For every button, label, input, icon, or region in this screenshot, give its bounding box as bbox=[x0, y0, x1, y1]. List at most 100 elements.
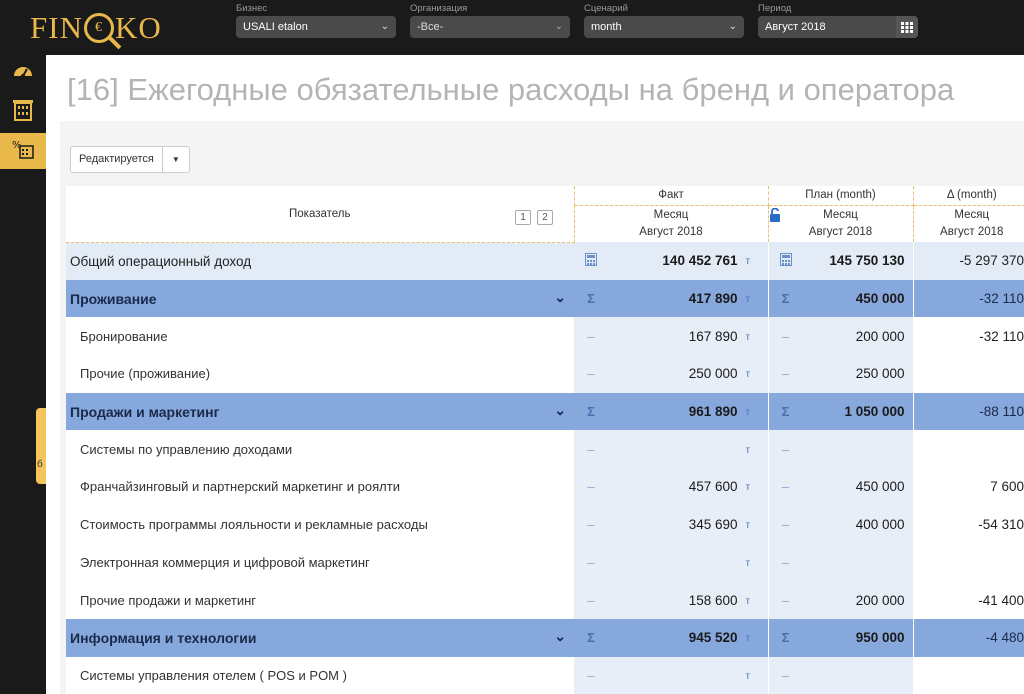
plan-value: 400 000 bbox=[855, 517, 905, 533]
chevron-down-icon[interactable]: ⌄ bbox=[554, 628, 566, 645]
unit-label: т bbox=[745, 255, 751, 267]
chevron-down-icon: ⌄ bbox=[380, 21, 389, 32]
fact-cell[interactable]: Σт 417 890 bbox=[574, 279, 769, 318]
plan-value: 145 750 130 bbox=[829, 252, 905, 268]
table-row[interactable]: Системы управления отелем ( POS и POM ) –… bbox=[66, 656, 1024, 694]
chevron-down-icon[interactable]: ⌄ bbox=[554, 402, 566, 419]
indicator-name: Прочие продажи и маркетинг bbox=[66, 581, 574, 619]
fact-cell[interactable]: – т 250 000 bbox=[574, 355, 769, 393]
plan-cell[interactable]: – 250 000 bbox=[768, 355, 914, 393]
indicator-label: Бронирование bbox=[80, 328, 168, 344]
indicator-header-label: Показатель bbox=[289, 207, 351, 220]
fact-cell[interactable]: Σт 945 520 bbox=[574, 618, 769, 657]
scenario-select[interactable]: month ⌄ bbox=[584, 16, 744, 38]
dash-icon: – bbox=[781, 517, 790, 533]
fact-value: 140 452 761 bbox=[662, 252, 738, 268]
fact-cell[interactable]: – т 345 690 bbox=[574, 505, 769, 544]
fact-cell[interactable]: – т bbox=[574, 430, 769, 469]
plan-cell[interactable]: – 400 000 bbox=[768, 505, 914, 544]
group-row[interactable]: Информация и технологии ⌄ Σт 945 520 Σ 950 00… bbox=[66, 618, 1024, 657]
sidebar-item-expenses[interactable]: % bbox=[0, 133, 46, 169]
table-row[interactable]: Прочие (проживание) – т 250 000 – 250 000 bbox=[66, 355, 1024, 393]
caret-down-icon[interactable]: ▼ bbox=[163, 147, 189, 172]
logo-text-left: FIN bbox=[30, 10, 83, 45]
period-label: Август 2018 bbox=[639, 225, 703, 238]
group-row[interactable]: Продажи и маркетинг ⌄ Σт 961 890 Σ 1 050 000-… bbox=[66, 392, 1024, 431]
table-row[interactable]: Общий операционный доход т 140 452 761 145 … bbox=[66, 242, 1024, 280]
fact-cell[interactable]: – т 457 600 bbox=[574, 468, 769, 506]
unit-label: т bbox=[745, 633, 751, 645]
fact-value: 417 890 bbox=[688, 291, 738, 307]
fact-value: 167 890 bbox=[688, 328, 738, 344]
plan-cell[interactable]: Σ 1 050 000 bbox=[768, 392, 914, 431]
table-row[interactable]: Стоимость программы лояльности и рекламн… bbox=[66, 505, 1024, 544]
sidebar-item-hotel[interactable] bbox=[0, 93, 46, 129]
table-row[interactable]: Электронная коммерция и цифровой маркети… bbox=[66, 543, 1024, 582]
page-2-button[interactable]: 2 bbox=[537, 210, 553, 225]
sigma-icon: Σ bbox=[587, 630, 595, 646]
plan-cell[interactable]: – bbox=[768, 430, 914, 469]
group-row[interactable]: Проживание ⌄ Σт 417 890 Σ 450 000 -32 110 bbox=[66, 279, 1024, 318]
fact-cell[interactable]: – т bbox=[574, 656, 769, 694]
unit-label: т bbox=[745, 482, 751, 494]
fact-cell[interactable]: – т 167 890 bbox=[574, 317, 769, 356]
dash-icon: – bbox=[781, 667, 790, 683]
table-row[interactable]: Прочие продажи и маркетинг – т 158 600 – 200 … bbox=[66, 581, 1024, 619]
plan-cell[interactable]: – 200 000 bbox=[768, 317, 914, 356]
table-row[interactable]: Системы по управлению доходами – т – bbox=[66, 430, 1024, 469]
filter-label: Период bbox=[758, 3, 792, 14]
period-input-value: Август 2018 bbox=[765, 21, 826, 33]
table-row[interactable]: Бронирование – т 167 890 – 200 000 -32 110 bbox=[66, 317, 1024, 356]
delta-period-header: Месяц Август 2018 bbox=[913, 205, 1024, 242]
sigma-icon: Σ bbox=[781, 404, 790, 420]
finoko-logo[interactable]: FIN € KO bbox=[30, 8, 162, 48]
fact-value: 158 600 bbox=[688, 592, 738, 608]
fact-cell[interactable]: т 140 452 761 bbox=[574, 242, 769, 280]
delta-cell: -54 310 bbox=[913, 505, 1024, 544]
business-select[interactable]: USALI etalon ⌄ bbox=[236, 16, 396, 38]
unit-label: т bbox=[745, 595, 751, 607]
table-row[interactable]: Франчайзинговый и партнерский маркетинг … bbox=[66, 468, 1024, 506]
calculator-icon bbox=[580, 252, 602, 269]
edit-mode-dropdown[interactable]: Редактируется ▼ bbox=[70, 146, 190, 173]
indicator-label: Системы по управлению доходами bbox=[80, 441, 293, 457]
plan-cell[interactable]: 145 750 130 bbox=[768, 242, 914, 280]
period-input[interactable]: Август 2018 bbox=[758, 16, 918, 38]
plan-value: 200 000 bbox=[855, 328, 905, 344]
unlock-icon[interactable] bbox=[769, 207, 781, 228]
dash-icon: – bbox=[587, 554, 595, 570]
sidebar-item-dashboard[interactable] bbox=[0, 55, 46, 91]
header-row-1: Показатель 1 2 Факт План (month) Δ (mont… bbox=[66, 186, 1024, 243]
speedometer-icon bbox=[12, 62, 34, 85]
dash-icon: – bbox=[781, 554, 790, 570]
fact-value: 961 890 bbox=[688, 404, 738, 420]
delta-cell: -32 110 bbox=[913, 279, 1024, 318]
fact-cell[interactable]: Σт 961 890 bbox=[574, 392, 769, 431]
side-panel-tab[interactable]: б bbox=[36, 408, 46, 484]
plan-cell[interactable]: Σ 950 000 bbox=[768, 618, 914, 657]
sigma-icon: Σ bbox=[781, 291, 790, 307]
indicator-name: Стоимость программы лояльности и рекламн… bbox=[66, 505, 574, 544]
organization-select[interactable]: -Все- ⌄ bbox=[410, 16, 570, 38]
unit-label: т bbox=[745, 520, 751, 532]
plan-cell[interactable]: Σ 450 000 bbox=[768, 279, 914, 318]
plan-value: 950 000 bbox=[855, 630, 905, 646]
fact-cell[interactable]: – т 158 600 bbox=[574, 581, 769, 619]
coin-magnifier-icon: € bbox=[83, 13, 114, 43]
fact-cell[interactable]: – т bbox=[574, 543, 769, 582]
calendar-icon[interactable] bbox=[896, 16, 918, 38]
plan-cell[interactable]: – 450 000 bbox=[768, 468, 914, 506]
indicator-name: Бронирование bbox=[66, 317, 574, 356]
page-1-button[interactable]: 1 bbox=[515, 210, 531, 225]
unit-label: т bbox=[745, 369, 751, 381]
plan-cell[interactable]: – bbox=[768, 543, 914, 582]
plan-cell[interactable]: – bbox=[768, 656, 914, 694]
chevron-down-icon[interactable]: ⌄ bbox=[554, 289, 566, 306]
plan-cell[interactable]: – 200 000 bbox=[768, 581, 914, 619]
unit-label: т bbox=[745, 294, 751, 306]
chevron-down-icon: ⌄ bbox=[554, 21, 563, 32]
delta-cell: -4 480 bbox=[913, 618, 1024, 657]
indicator-header: Показатель 1 2 bbox=[66, 186, 575, 243]
logo-text-right: KO bbox=[114, 10, 162, 45]
indicator-name: Электронная коммерция и цифровой маркети… bbox=[66, 543, 574, 582]
